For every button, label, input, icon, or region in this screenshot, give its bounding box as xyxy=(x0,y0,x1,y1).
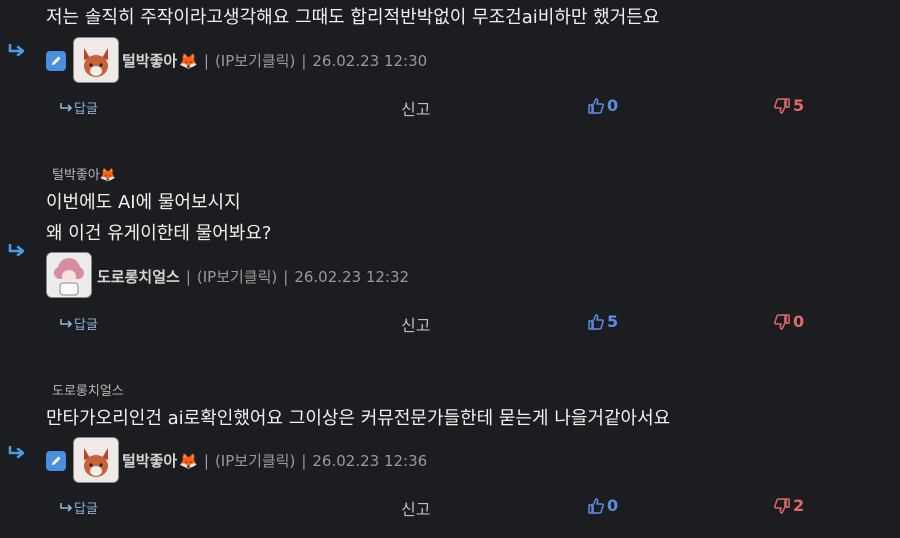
pink-hair-avatar-icon xyxy=(47,253,91,297)
thumbs-up-icon xyxy=(588,97,604,114)
reply-label: 답글 xyxy=(74,102,98,117)
dislike-count: 0 xyxy=(793,312,805,331)
reply-label: 답글 xyxy=(74,318,98,333)
reply-mention[interactable]: 털박좋아🦊 xyxy=(52,164,116,183)
like-button[interactable]: 0 xyxy=(587,96,618,115)
separator: | xyxy=(203,451,209,470)
comment-datetime: 26.02.23 12:32 xyxy=(294,267,410,286)
reply-arrow-icon xyxy=(60,503,73,512)
comment-text: 이번에도 AI에 물어보시지 xyxy=(46,192,241,213)
reply-button[interactable]: 답글 xyxy=(60,314,98,333)
reply-mention[interactable]: 도로롱치얼스 xyxy=(52,380,124,399)
fox-avatar-icon xyxy=(74,38,118,82)
report-button[interactable]: 신고 xyxy=(401,96,430,120)
fox-emoji-icon: 🦊 xyxy=(179,51,198,70)
ip-view-link[interactable]: (IP보기클릭) xyxy=(197,266,277,287)
avatar[interactable] xyxy=(73,37,119,83)
thumbs-up-icon xyxy=(588,313,604,330)
report-button[interactable]: 신고 xyxy=(401,312,430,336)
fox-emoji-icon: 🦊 xyxy=(179,451,198,470)
reply-arrow-icon xyxy=(60,319,73,328)
like-button[interactable]: 0 xyxy=(587,496,618,515)
dislike-button[interactable]: 5 xyxy=(773,96,804,115)
comment-text: 만타가오리인건 ai로확인했어요 그이상은 커뮤전문가들한테 묻는게 나을거같아… xyxy=(46,408,671,429)
dislike-button[interactable]: 2 xyxy=(773,496,804,515)
thumbs-up-icon xyxy=(588,497,604,514)
edit-icon[interactable] xyxy=(46,451,66,471)
nickname[interactable]: 털박좋아 xyxy=(122,450,177,471)
separator: | xyxy=(203,51,209,70)
reply-indent-arrow-icon xyxy=(8,44,25,57)
reply-button[interactable]: 답글 xyxy=(60,498,98,517)
comment-text: 저는 솔직히 주작이라고생각해요 그때도 합리적반박없이 무조건ai비하만 했거… xyxy=(46,7,660,28)
nickname[interactable]: 도로롱치얼스 xyxy=(97,266,180,287)
ip-view-link[interactable]: (IP보기클릭) xyxy=(215,450,295,471)
like-count: 5 xyxy=(607,312,619,331)
comment-text: 왜 이건 유게이한테 물어봐요? xyxy=(46,223,272,244)
reply-button[interactable]: 답글 xyxy=(60,98,98,117)
fox-avatar-icon xyxy=(74,438,118,482)
ip-view-link[interactable]: (IP보기클릭) xyxy=(215,50,295,71)
dislike-button[interactable]: 0 xyxy=(773,312,804,331)
separator: | xyxy=(301,451,307,470)
like-button[interactable]: 5 xyxy=(587,312,618,331)
avatar[interactable] xyxy=(73,437,119,483)
thumbs-down-icon xyxy=(774,497,790,514)
nickname[interactable]: 털박좋아 xyxy=(122,50,177,71)
dislike-count: 5 xyxy=(793,96,805,115)
thumbs-down-icon xyxy=(774,313,790,330)
report-button[interactable]: 신고 xyxy=(401,496,430,520)
edit-icon[interactable] xyxy=(46,51,66,71)
comment-datetime: 26.02.23 12:36 xyxy=(312,451,428,470)
like-count: 0 xyxy=(607,496,619,515)
thumbs-down-icon xyxy=(774,97,790,114)
like-count: 0 xyxy=(607,96,619,115)
reply-arrow-icon xyxy=(60,103,73,112)
avatar[interactable] xyxy=(46,252,92,298)
dislike-count: 2 xyxy=(793,496,805,515)
reply-label: 답글 xyxy=(74,502,98,517)
separator: | xyxy=(283,267,289,286)
separator: | xyxy=(185,267,191,286)
comment-datetime: 26.02.23 12:30 xyxy=(312,51,428,70)
reply-indent-arrow-icon xyxy=(8,446,25,459)
separator: | xyxy=(301,51,307,70)
reply-indent-arrow-icon xyxy=(8,244,25,257)
